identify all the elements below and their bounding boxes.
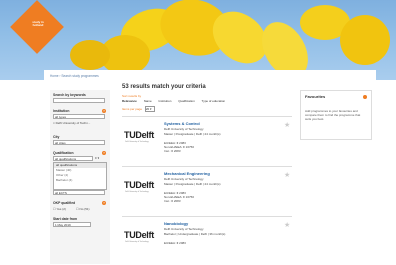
institution-label: Institution bbox=[53, 109, 70, 113]
programme-meta: Master | Postgraduate | Delft | 24 month… bbox=[164, 182, 221, 186]
okp-yes-checkbox[interactable]: ☐ Yes (2) bbox=[53, 207, 66, 211]
favourites-panel: Favourites Add programmes to your favour… bbox=[300, 90, 372, 140]
start-date-input[interactable]: 1 May 2019 bbox=[53, 222, 91, 227]
star-icon[interactable]: ★ bbox=[284, 171, 290, 179]
fee-line: Inst.: € 2083 bbox=[164, 199, 181, 203]
help-icon[interactable]: ? bbox=[102, 201, 106, 205]
items-per-page-select[interactable]: 20 ▾ bbox=[144, 106, 155, 112]
sort-relevance[interactable]: Relevance bbox=[122, 99, 137, 103]
sort-options: Relevance Name Institution Qualification… bbox=[122, 99, 231, 103]
star-icon[interactable]: ★ bbox=[284, 121, 290, 129]
help-icon[interactable]: ? bbox=[102, 109, 106, 113]
results-main: 53 results match your criteria Sort resu… bbox=[122, 84, 292, 245]
search-input[interactable] bbox=[53, 98, 105, 103]
sort-label: Sort results by bbox=[122, 94, 142, 98]
help-icon[interactable]: ? bbox=[102, 151, 106, 155]
tudelft-subtitle: Delft University of Technology bbox=[125, 241, 149, 243]
sort-qualification[interactable]: Qualification bbox=[178, 99, 195, 103]
start-date-label: Start date from bbox=[53, 217, 78, 221]
institution-type-select[interactable]: all types bbox=[53, 114, 105, 119]
favourites-title: Favourites bbox=[305, 94, 326, 99]
logo-text: study in holland bbox=[32, 20, 44, 28]
sort-type[interactable]: Type of education bbox=[202, 99, 226, 103]
search-label: Search by keywords bbox=[53, 93, 86, 97]
list-item[interactable]: Bachelor (4) bbox=[54, 178, 106, 183]
tudelft-subtitle: Delft University of Technology bbox=[125, 191, 149, 193]
result-card[interactable]: TUDelft Delft University of Technology S… bbox=[122, 116, 292, 165]
institution-name: Delft University of Technology bbox=[164, 227, 204, 231]
fee-line: Inst.: € 2083 bbox=[164, 149, 181, 153]
result-card[interactable]: TUDelft Delft University of Technology M… bbox=[122, 166, 292, 215]
favourites-text: Add programmes to your favourites and co… bbox=[305, 109, 361, 121]
tudelft-logo: TUDelft bbox=[124, 230, 154, 240]
ects-select[interactable]: all ECTS bbox=[53, 190, 105, 195]
tudelft-subtitle: Delft University of Technology bbox=[125, 141, 149, 143]
breadcrumb[interactable]: Home › Search study programmes bbox=[50, 74, 99, 78]
hero-banner bbox=[0, 0, 396, 80]
sort-name[interactable]: Name bbox=[144, 99, 152, 103]
result-card[interactable]: TUDelft Delft University of Technology N… bbox=[122, 216, 292, 265]
city-label: City bbox=[53, 135, 60, 139]
star-icon[interactable]: ★ bbox=[284, 221, 290, 229]
programme-name[interactable]: Nanobiology bbox=[164, 221, 188, 226]
tudelft-logo: TUDelft bbox=[124, 130, 154, 140]
qualification-label: Qualification bbox=[53, 151, 74, 155]
okp-no-checkbox[interactable]: ☐ No (51) bbox=[76, 207, 90, 211]
institution-name: Delft University of Technology bbox=[164, 177, 204, 181]
programme-meta: Master | Postgraduate | Delft | 24 month… bbox=[164, 132, 221, 136]
tudelft-logo: TUDelft bbox=[124, 180, 154, 190]
okp-label: OKP qualified bbox=[53, 201, 76, 205]
programme-meta: Bachelor | Undergraduate | Delft | 36 mo… bbox=[164, 232, 226, 236]
programme-name[interactable]: Systems & Control bbox=[164, 121, 200, 126]
page-content: Home › Search study programmes Search by… bbox=[44, 70, 376, 264]
results-title: 53 results match your criteria bbox=[122, 84, 206, 90]
institution-selected[interactable]: × Delft University of Techn... bbox=[53, 121, 107, 125]
programme-name[interactable]: Mechanical Engineering bbox=[164, 171, 210, 176]
items-per-page: Items per page 20 ▾ bbox=[122, 106, 155, 112]
filter-sidebar: Search by keywords Institution ? all typ… bbox=[50, 90, 110, 264]
fee-line: EU/EEA: € 2083 bbox=[164, 241, 186, 245]
qualification-listbox[interactable]: all qualifications Master (40) Other (4)… bbox=[53, 162, 107, 190]
favourites-icon bbox=[363, 95, 367, 99]
institution-name: Delft University of Technology bbox=[164, 127, 204, 131]
sort-institution[interactable]: Institution bbox=[159, 99, 172, 103]
qualification-select[interactable]: all qualifications bbox=[53, 156, 93, 161]
city-select[interactable]: all cities bbox=[53, 140, 105, 145]
multiselect-icon[interactable]: ≡ ▾ bbox=[95, 156, 99, 160]
